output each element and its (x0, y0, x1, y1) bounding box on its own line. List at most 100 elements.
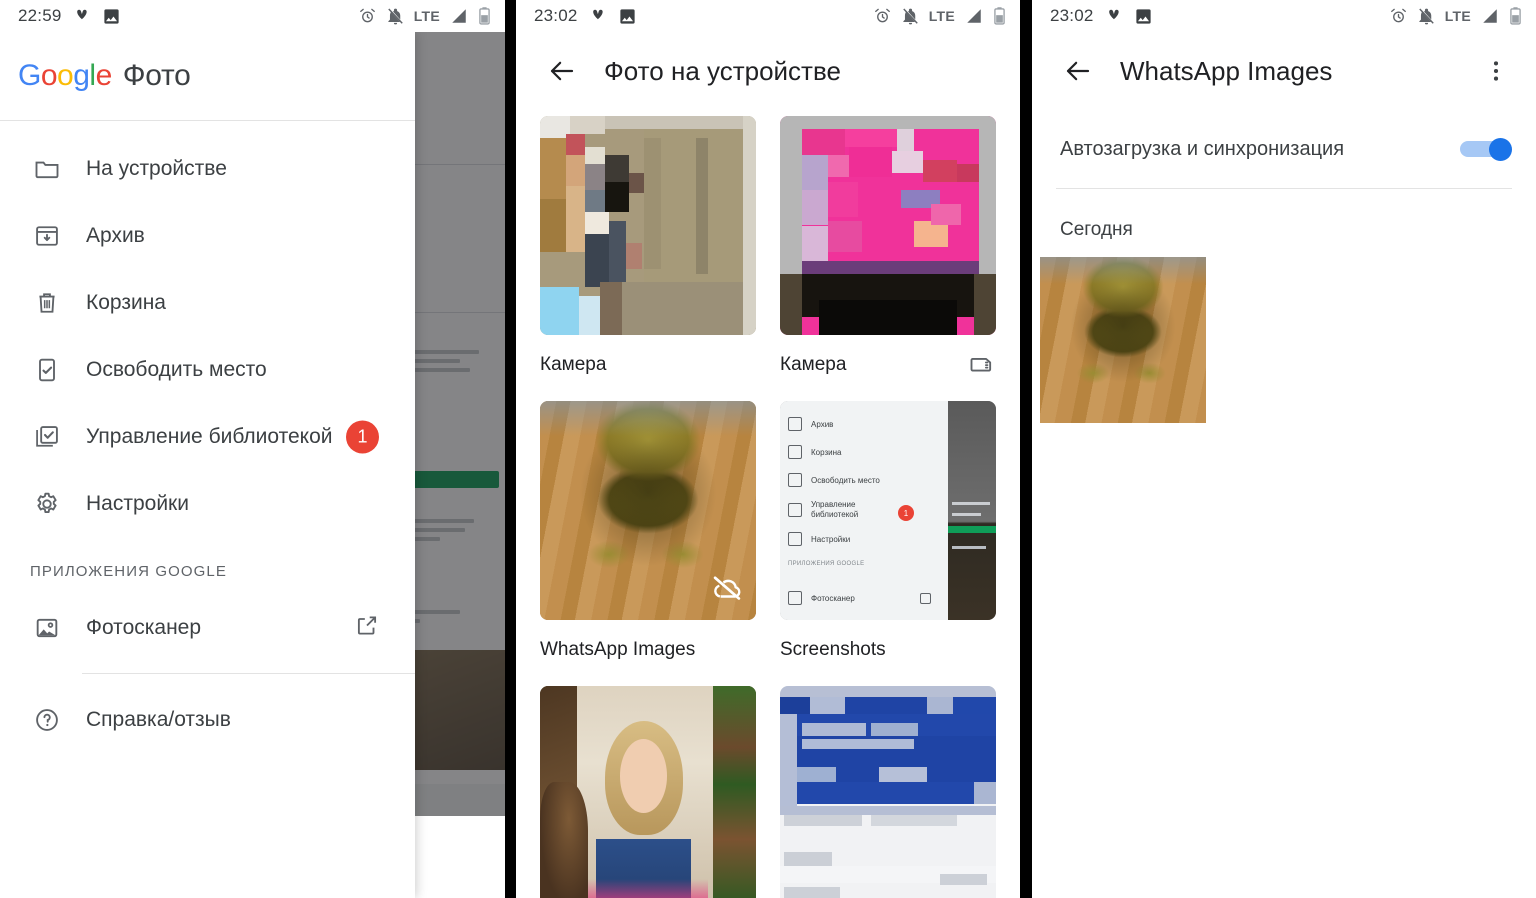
sidebar-item-trash[interactable]: Корзина (0, 269, 415, 336)
folder-cell[interactable]: Архив Корзина Освободить место Управлени… (780, 401, 996, 686)
sidebar-item-archive[interactable]: Архив (0, 202, 415, 269)
screenshot-triptych: Общие 22:59 (0, 0, 1536, 898)
gear-icon (30, 490, 64, 518)
free-up-space-icon (788, 473, 802, 487)
folder-name-label: Screenshots (780, 639, 886, 660)
folder-thumbnail[interactable] (540, 401, 756, 620)
drawer-menu: На устройстве Архив Корзина Освободить м… (0, 121, 415, 753)
sidebar-item-label: Архив (86, 223, 145, 247)
status-bar: 23:02 LTE (1032, 0, 1536, 32)
alarm-icon (359, 8, 375, 22)
folder-cell[interactable]: WhatsApp Images (540, 401, 756, 686)
folder-cell[interactable] (780, 686, 996, 898)
folder-thumbnail[interactable] (540, 116, 756, 335)
folder-thumbnail[interactable] (540, 686, 756, 898)
network-type-label: LTE (928, 8, 955, 24)
pixelated-person-photo (540, 116, 756, 335)
navigation-drawer[interactable]: Google Фото На устройстве Архив Корзина … (0, 32, 415, 898)
folder-meta-row: Камера (540, 335, 756, 395)
sidebar-item-settings[interactable]: Настройки (0, 470, 415, 537)
sidebar-item-free-up-space[interactable]: Освободить место (0, 336, 415, 403)
date-header: Сегодня (1060, 219, 1133, 240)
sidebar-item-manage-library[interactable]: Управление библиотекой 1 (0, 403, 415, 470)
toggle-knob (1489, 138, 1512, 161)
mini-menu-label: Освободить место (811, 475, 880, 485)
folder-meta-row: Камера (780, 335, 996, 395)
archive-icon (788, 417, 802, 431)
status-badge: 1 (346, 420, 379, 453)
folder-cell[interactable]: Камера (540, 116, 756, 401)
blue-document-screenshot (780, 686, 996, 898)
pixelated-pink-photo (780, 116, 996, 335)
open-in-new-icon[interactable] (354, 612, 380, 643)
battery-icon (994, 7, 1005, 25)
library-icon (30, 423, 64, 451)
photo-thumbnail[interactable] (1040, 257, 1206, 423)
library-icon (788, 503, 802, 517)
backup-sync-setting-row[interactable]: Автозагрузка и синхронизация (1032, 110, 1536, 188)
free-up-space-icon (30, 356, 64, 384)
trash-icon (30, 289, 64, 317)
trash-icon (788, 445, 802, 459)
girl-with-orangutan-photo (540, 686, 756, 898)
motion-icon (1108, 9, 1119, 19)
more-vert-icon[interactable] (1474, 58, 1518, 84)
status-bar: 22:59 LTE (0, 0, 505, 32)
bell-off-icon (1418, 7, 1434, 24)
photoscan-icon (30, 614, 64, 642)
phone-screen-drawer: Общие 22:59 (0, 0, 505, 898)
photoscan-icon (788, 591, 802, 605)
backup-sync-toggle[interactable] (1460, 138, 1512, 161)
back-arrow-icon[interactable] (1050, 56, 1106, 86)
folder-cell[interactable]: Камера (780, 116, 996, 401)
sidebar-item-label: Освободить место (86, 357, 267, 381)
drawer-section-divider (82, 673, 415, 674)
folder-thumbnail[interactable] (780, 116, 996, 335)
panel-separator (505, 0, 516, 898)
sidebar-item-help-feedback[interactable]: Справка/отзыв (0, 686, 415, 753)
sidebar-item-label: Корзина (86, 290, 166, 314)
mini-menu-label: Корзина (811, 447, 842, 457)
motion-icon (592, 9, 603, 19)
sidebar-item-photoscan[interactable]: Фотосканер (0, 594, 415, 661)
mini-menu-label: Фотосканер (811, 593, 855, 603)
help-icon (30, 706, 64, 734)
cloud-off-icon (710, 571, 744, 610)
image-icon (619, 8, 635, 24)
brass-lion-statue-photo (1040, 257, 1206, 423)
network-type-label: LTE (1444, 8, 1471, 24)
folder-name-label: Камера (540, 354, 607, 375)
bell-off-icon (902, 7, 918, 24)
back-arrow-icon[interactable] (534, 56, 590, 86)
folder-cell[interactable] (540, 686, 756, 898)
panel-separator (1020, 0, 1032, 898)
drawer-brand-header: Google Фото (0, 32, 415, 120)
section-header-google-apps: ПРИЛОЖЕНИЯ GOOGLE (30, 563, 227, 580)
folder-icon (30, 155, 64, 183)
motion-icon (76, 9, 87, 19)
folder-name-label: WhatsApp Images (540, 639, 696, 660)
phone-screen-whatsapp-images: 23:02 LTE WhatsApp Images Автозагрузка и… (1032, 0, 1536, 898)
network-type-label: LTE (413, 8, 440, 24)
open-in-new-icon (920, 593, 931, 604)
status-time: 23:02 (534, 6, 578, 25)
sidebar-item-on-device[interactable]: На устройстве (0, 135, 415, 202)
alarm-icon (1390, 8, 1406, 22)
backup-sync-label: Автозагрузка и синхронизация (1060, 137, 1345, 160)
mini-section-label: ПРИЛОЖЕНИЯ GOOGLE (788, 561, 865, 567)
mini-menu-label: Настройки (811, 534, 851, 544)
sidebar-item-label: Настройки (86, 491, 189, 515)
signal-icon (967, 9, 981, 23)
sidebar-item-label: Справка/отзыв (86, 707, 231, 731)
folder-name-label: Камера (780, 354, 847, 375)
folder-grid: Камера Камера WhatsApp Images Архив Корз… (516, 110, 1020, 898)
status-bar: 23:02 LTE (516, 0, 1020, 32)
folder-meta-row: Screenshots (780, 620, 996, 680)
folder-thumbnail[interactable]: Архив Корзина Освободить место Управлени… (780, 401, 996, 620)
sd-card-icon[interactable] (968, 349, 996, 382)
folder-thumbnail[interactable] (780, 686, 996, 898)
app-bar: Фото на устройстве (516, 32, 1020, 110)
page-title: WhatsApp Images (1120, 55, 1333, 86)
mini-menu-label: Управление библиотекой (811, 500, 859, 519)
page-title: Фото на устройстве (604, 55, 841, 86)
